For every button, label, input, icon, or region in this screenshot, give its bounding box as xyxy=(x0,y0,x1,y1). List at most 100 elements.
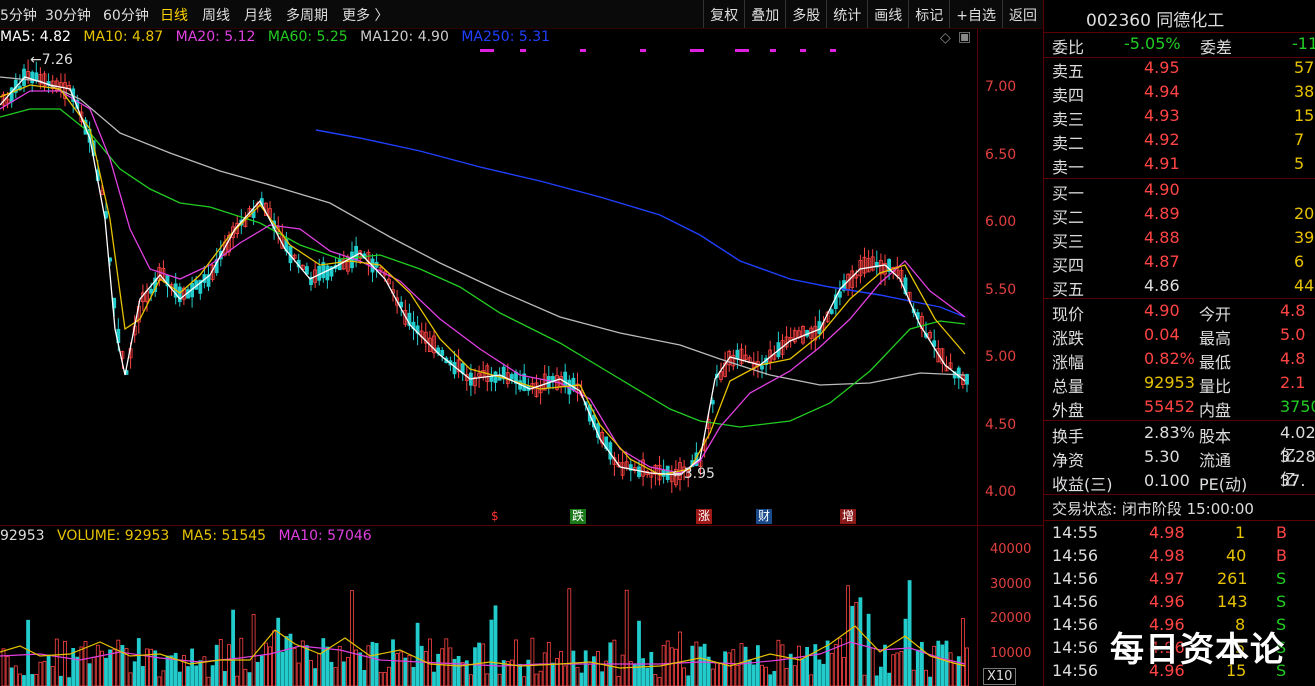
weibi-label: 委比 xyxy=(1052,38,1085,57)
tab-5min[interactable]: 5分钟 xyxy=(0,5,37,25)
tab-multi-period[interactable]: 多周期 xyxy=(286,5,328,25)
volume-bar xyxy=(883,644,887,686)
volume-bar xyxy=(833,644,838,686)
volume-bar xyxy=(362,669,367,686)
volume-bar xyxy=(313,668,318,686)
volume-bar xyxy=(669,647,674,686)
volume-bar xyxy=(280,651,285,686)
fund-label: 股本 xyxy=(1199,427,1232,446)
volume-bar xyxy=(641,658,645,686)
volume-bar xyxy=(34,674,39,686)
tick-time: 14:56 xyxy=(1052,592,1099,611)
bid-price: 4.87 xyxy=(1144,252,1180,271)
ask-price: 4.92 xyxy=(1144,130,1180,149)
add-watchlist-button[interactable]: +自选 xyxy=(949,0,1002,28)
volume-bar xyxy=(468,674,473,686)
volume-bar xyxy=(473,647,477,686)
restore-rights-button[interactable]: 复权 xyxy=(703,0,744,28)
volume-bar xyxy=(817,659,822,686)
overlay-button[interactable]: 叠加 xyxy=(744,0,785,28)
volume-bar xyxy=(731,649,736,686)
volume-bar xyxy=(432,671,436,686)
event-marker-rise[interactable]: 涨 xyxy=(696,509,713,524)
multi-stock-button[interactable]: 多股 xyxy=(785,0,826,28)
ma20-line xyxy=(0,90,966,474)
weibi-value: -5.05% xyxy=(1124,34,1181,53)
volume-bar xyxy=(317,653,322,686)
ask-label: 卖五 xyxy=(1052,62,1085,81)
fund-value: 2.83% xyxy=(1144,423,1195,442)
volume-bar xyxy=(850,605,855,686)
volume-bar xyxy=(38,661,43,686)
volume-bar xyxy=(395,653,400,686)
tick-price: 4.97 xyxy=(1149,569,1185,588)
volume-bar xyxy=(583,650,588,686)
tab-monthly[interactable]: 月线 xyxy=(244,5,272,25)
mark-button[interactable]: 标记 xyxy=(908,0,949,28)
volume-bar xyxy=(272,630,277,686)
stat-value: 4.8 xyxy=(1280,301,1306,320)
event-marker-issue[interactable]: 增 xyxy=(840,509,857,524)
diamond-icon[interactable]: ◇ xyxy=(940,30,951,46)
volume-bar xyxy=(251,614,256,686)
tick-side: S xyxy=(1276,569,1287,588)
event-marker-dividend[interactable]: $ xyxy=(489,509,501,524)
volume-bar xyxy=(940,644,945,686)
candle-body xyxy=(965,374,969,385)
volume-bar xyxy=(386,666,391,686)
tab-60min[interactable]: 60分钟 xyxy=(103,5,149,25)
event-marker-finance[interactable]: 财 xyxy=(756,509,773,524)
volume-bar xyxy=(575,667,580,686)
signal-marker xyxy=(735,49,749,52)
volume-bar xyxy=(764,666,768,686)
tool-buttons: 复权 叠加 多股 统计 画线 标记 +自选 返回 xyxy=(703,0,1043,28)
volume-bar xyxy=(87,663,92,686)
stat-value: 5.0 xyxy=(1280,325,1306,344)
tab-weekly[interactable]: 周线 xyxy=(202,5,230,25)
volume-bar xyxy=(419,645,424,686)
tab-more[interactable]: 更多 〉 xyxy=(342,5,388,25)
tick-price: 4.96 xyxy=(1149,592,1185,611)
volume-bar xyxy=(842,657,846,686)
volume-bar xyxy=(304,645,309,686)
volume-bar xyxy=(780,644,785,686)
volume-bar xyxy=(448,647,453,686)
stat-value: 4.90 xyxy=(1144,301,1180,320)
tab-daily[interactable]: 日线 xyxy=(160,5,188,25)
window-toggle-icon[interactable]: ▣ xyxy=(958,29,971,45)
fund-value: 3.28亿 xyxy=(1280,447,1315,489)
separator xyxy=(1044,494,1315,495)
ask-volume: 5 xyxy=(1294,154,1305,173)
candle-body xyxy=(34,72,39,82)
volume-bar xyxy=(903,618,908,686)
draw-line-button[interactable]: 画线 xyxy=(867,0,908,28)
volume-bar xyxy=(440,648,445,686)
volume-chart[interactable] xyxy=(0,526,1043,686)
volume-bar xyxy=(243,668,248,686)
volume-tick: 40000 xyxy=(990,542,1032,557)
volume-bar xyxy=(108,649,112,686)
signal-marker xyxy=(800,49,806,52)
volume-bar xyxy=(268,646,272,686)
candlestick-chart[interactable] xyxy=(0,29,1043,525)
tick-volume: 143 xyxy=(1217,592,1248,611)
candle-body xyxy=(637,466,641,477)
volume-bar xyxy=(870,647,875,686)
event-marker-fall[interactable]: 跌 xyxy=(570,509,587,524)
volume-value: VOLUME: 92953 xyxy=(57,528,170,544)
back-button[interactable]: 返回 xyxy=(1002,0,1043,28)
ma120-line xyxy=(0,76,966,386)
stat-value: 2.1 xyxy=(1280,373,1306,392)
bid-volume: 39 xyxy=(1294,228,1315,247)
candle-body xyxy=(317,265,322,281)
statistics-button[interactable]: 统计 xyxy=(826,0,867,28)
volume-bar xyxy=(801,658,805,686)
volume-bar xyxy=(895,652,900,686)
tab-30min[interactable]: 30分钟 xyxy=(45,5,91,25)
candle-body xyxy=(493,371,498,383)
volume-bar xyxy=(71,648,76,686)
volume-tick: 30000 xyxy=(990,577,1032,592)
price-tick: 6.00 xyxy=(985,214,1017,230)
candle-body xyxy=(489,376,494,382)
ask-price: 4.94 xyxy=(1144,82,1180,101)
